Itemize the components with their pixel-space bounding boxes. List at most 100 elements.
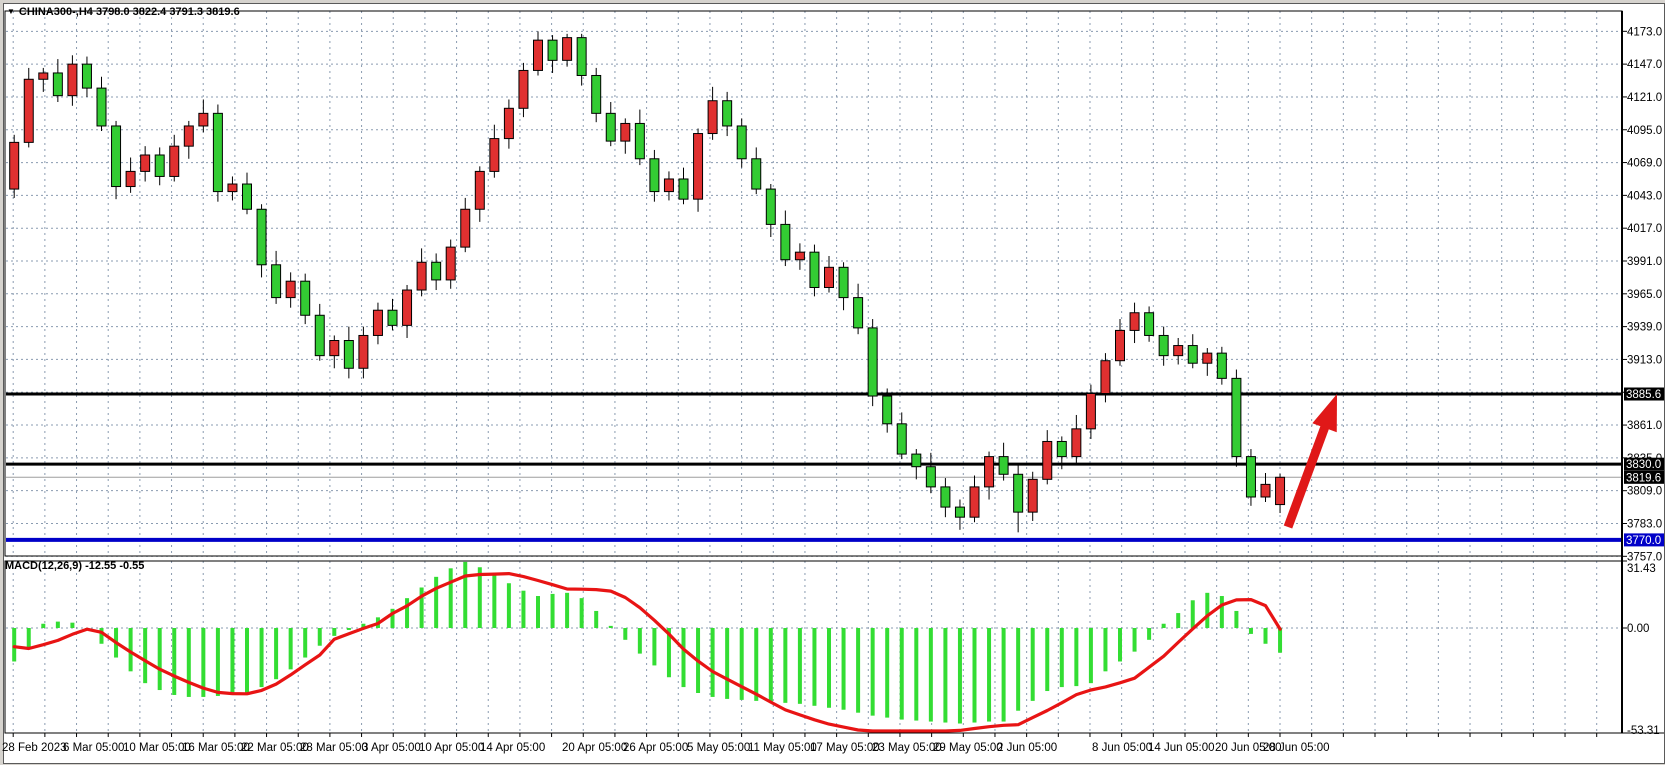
price-tick-label: 3965.0 bbox=[1627, 289, 1662, 301]
macd-bar bbox=[1002, 628, 1006, 722]
macd-bar bbox=[1220, 596, 1224, 628]
price-tick-label: 3913.0 bbox=[1627, 354, 1662, 366]
trend-arrow[interactable] bbox=[1288, 394, 1337, 527]
trend-arrow-head bbox=[1312, 394, 1337, 432]
candle-body bbox=[650, 159, 659, 192]
candle-body bbox=[839, 267, 848, 297]
candle-body bbox=[955, 507, 964, 517]
candle-body bbox=[970, 487, 979, 517]
macd-bar bbox=[536, 596, 540, 628]
macd-bar bbox=[56, 622, 60, 628]
candle-body bbox=[286, 281, 295, 297]
macd-bar bbox=[1074, 628, 1078, 686]
candle-body bbox=[82, 64, 91, 88]
price-tick-label: 3991.0 bbox=[1627, 256, 1662, 268]
time-tick-label: 22 Mar 05:00 bbox=[241, 742, 309, 754]
candle-body bbox=[155, 155, 164, 176]
symbol-title: CHINA300-,H4 bbox=[19, 6, 93, 18]
time-tick-label: 8 Jun 05:00 bbox=[1092, 742, 1152, 754]
macd-bar bbox=[449, 568, 453, 628]
macd-tick-label: -53.31 bbox=[1627, 725, 1660, 737]
time-axis[interactable]: 28 Feb 20236 Mar 05:0010 Mar 05:0016 Mar… bbox=[2, 733, 1664, 754]
time-tick-label: 23 May 05:00 bbox=[872, 742, 942, 754]
candle-body bbox=[68, 64, 77, 96]
candle-body bbox=[606, 113, 615, 141]
candle-body bbox=[432, 262, 441, 280]
candlestick-series bbox=[10, 31, 1285, 532]
price-tick-label: 4043.0 bbox=[1627, 190, 1662, 202]
candle-body bbox=[199, 113, 208, 126]
macd-bar bbox=[900, 628, 904, 720]
macd-bar bbox=[1147, 628, 1151, 640]
macd-bar bbox=[27, 628, 31, 648]
macd-bar bbox=[463, 562, 467, 628]
candle-body bbox=[999, 457, 1008, 475]
macd-bar bbox=[943, 628, 947, 723]
time-tick-label: 26 Apr 05:00 bbox=[623, 742, 688, 754]
candle-body bbox=[1246, 457, 1255, 497]
candle-body bbox=[723, 101, 732, 126]
macd-bar bbox=[929, 628, 933, 722]
candle-body bbox=[1232, 378, 1241, 456]
macd-bar bbox=[245, 628, 249, 694]
macd-indicator-label: MACD(12,26,9) -12.55 -0.55 bbox=[5, 560, 144, 572]
candle-body bbox=[752, 159, 761, 189]
time-tick-label: 14 Jun 05:00 bbox=[1148, 742, 1215, 754]
candle-body bbox=[563, 38, 572, 61]
macd-bar bbox=[1191, 600, 1195, 628]
macd-bar bbox=[1060, 628, 1064, 687]
candle-body bbox=[24, 79, 33, 142]
macd-bar bbox=[885, 628, 889, 718]
macd-axis[interactable]: 31.430.00-53.31 bbox=[1622, 561, 1660, 737]
macd-bar bbox=[914, 628, 918, 721]
price-tick-label: 3783.0 bbox=[1627, 518, 1662, 530]
macd-bar bbox=[871, 628, 875, 716]
candle-body bbox=[1188, 346, 1197, 364]
macd-bar bbox=[987, 628, 991, 722]
candle-body bbox=[461, 209, 470, 247]
candle-body bbox=[548, 40, 557, 60]
candle-body bbox=[1043, 441, 1052, 479]
candle-body bbox=[1159, 335, 1168, 355]
macd-bar bbox=[1234, 611, 1238, 628]
candle-body bbox=[10, 142, 19, 189]
candle-body bbox=[141, 155, 150, 171]
candle-body bbox=[621, 123, 630, 141]
macd-bar bbox=[303, 628, 307, 658]
macd-bar bbox=[158, 628, 162, 690]
price-tick-label: 4069.0 bbox=[1627, 158, 1662, 170]
macd-bar bbox=[580, 598, 584, 628]
trend-arrow-shaft[interactable] bbox=[1288, 422, 1327, 527]
candle-body bbox=[359, 335, 368, 368]
time-tick-label: 6 Mar 05:00 bbox=[63, 742, 124, 754]
macd-bar bbox=[769, 628, 773, 702]
candle-body bbox=[985, 457, 994, 487]
macd-bar bbox=[725, 628, 729, 699]
price-badge-label: 3885.6 bbox=[1626, 389, 1661, 401]
macd-bar bbox=[434, 577, 438, 628]
candle-body bbox=[330, 341, 339, 356]
macd-bar bbox=[1089, 628, 1093, 683]
candle-body bbox=[228, 184, 237, 192]
candle-body bbox=[737, 126, 746, 159]
macd-bar bbox=[711, 628, 715, 697]
macd-bar bbox=[260, 628, 264, 687]
candle-body bbox=[694, 134, 703, 200]
price-tick-label: 4095.0 bbox=[1627, 125, 1662, 137]
macd-name: MACD(12,26,9) bbox=[5, 560, 82, 572]
time-tick-label: 3 Apr 05:00 bbox=[362, 742, 421, 754]
candle-body bbox=[1145, 313, 1154, 336]
macd-bar bbox=[1249, 628, 1253, 634]
symbol-ohlc-values: 3798.0 3822.4 3791.3 3819.6 bbox=[96, 6, 240, 18]
candle-body bbox=[1261, 484, 1270, 497]
price-axis[interactable]: 4173.04147.04121.04095.04069.04043.04017… bbox=[1622, 26, 1664, 563]
macd-bar bbox=[492, 575, 496, 628]
chart-canvas[interactable]: 4173.04147.04121.04095.04069.04043.04017… bbox=[0, 0, 1665, 765]
macd-bar bbox=[318, 628, 322, 646]
time-tick-label: 20 Apr 05:00 bbox=[562, 742, 627, 754]
candle-body bbox=[373, 310, 382, 335]
candle-body bbox=[344, 341, 353, 369]
candle-body bbox=[534, 40, 543, 70]
time-tick-label: 28 Feb 2023 bbox=[2, 742, 67, 754]
macd-bar bbox=[12, 628, 16, 661]
